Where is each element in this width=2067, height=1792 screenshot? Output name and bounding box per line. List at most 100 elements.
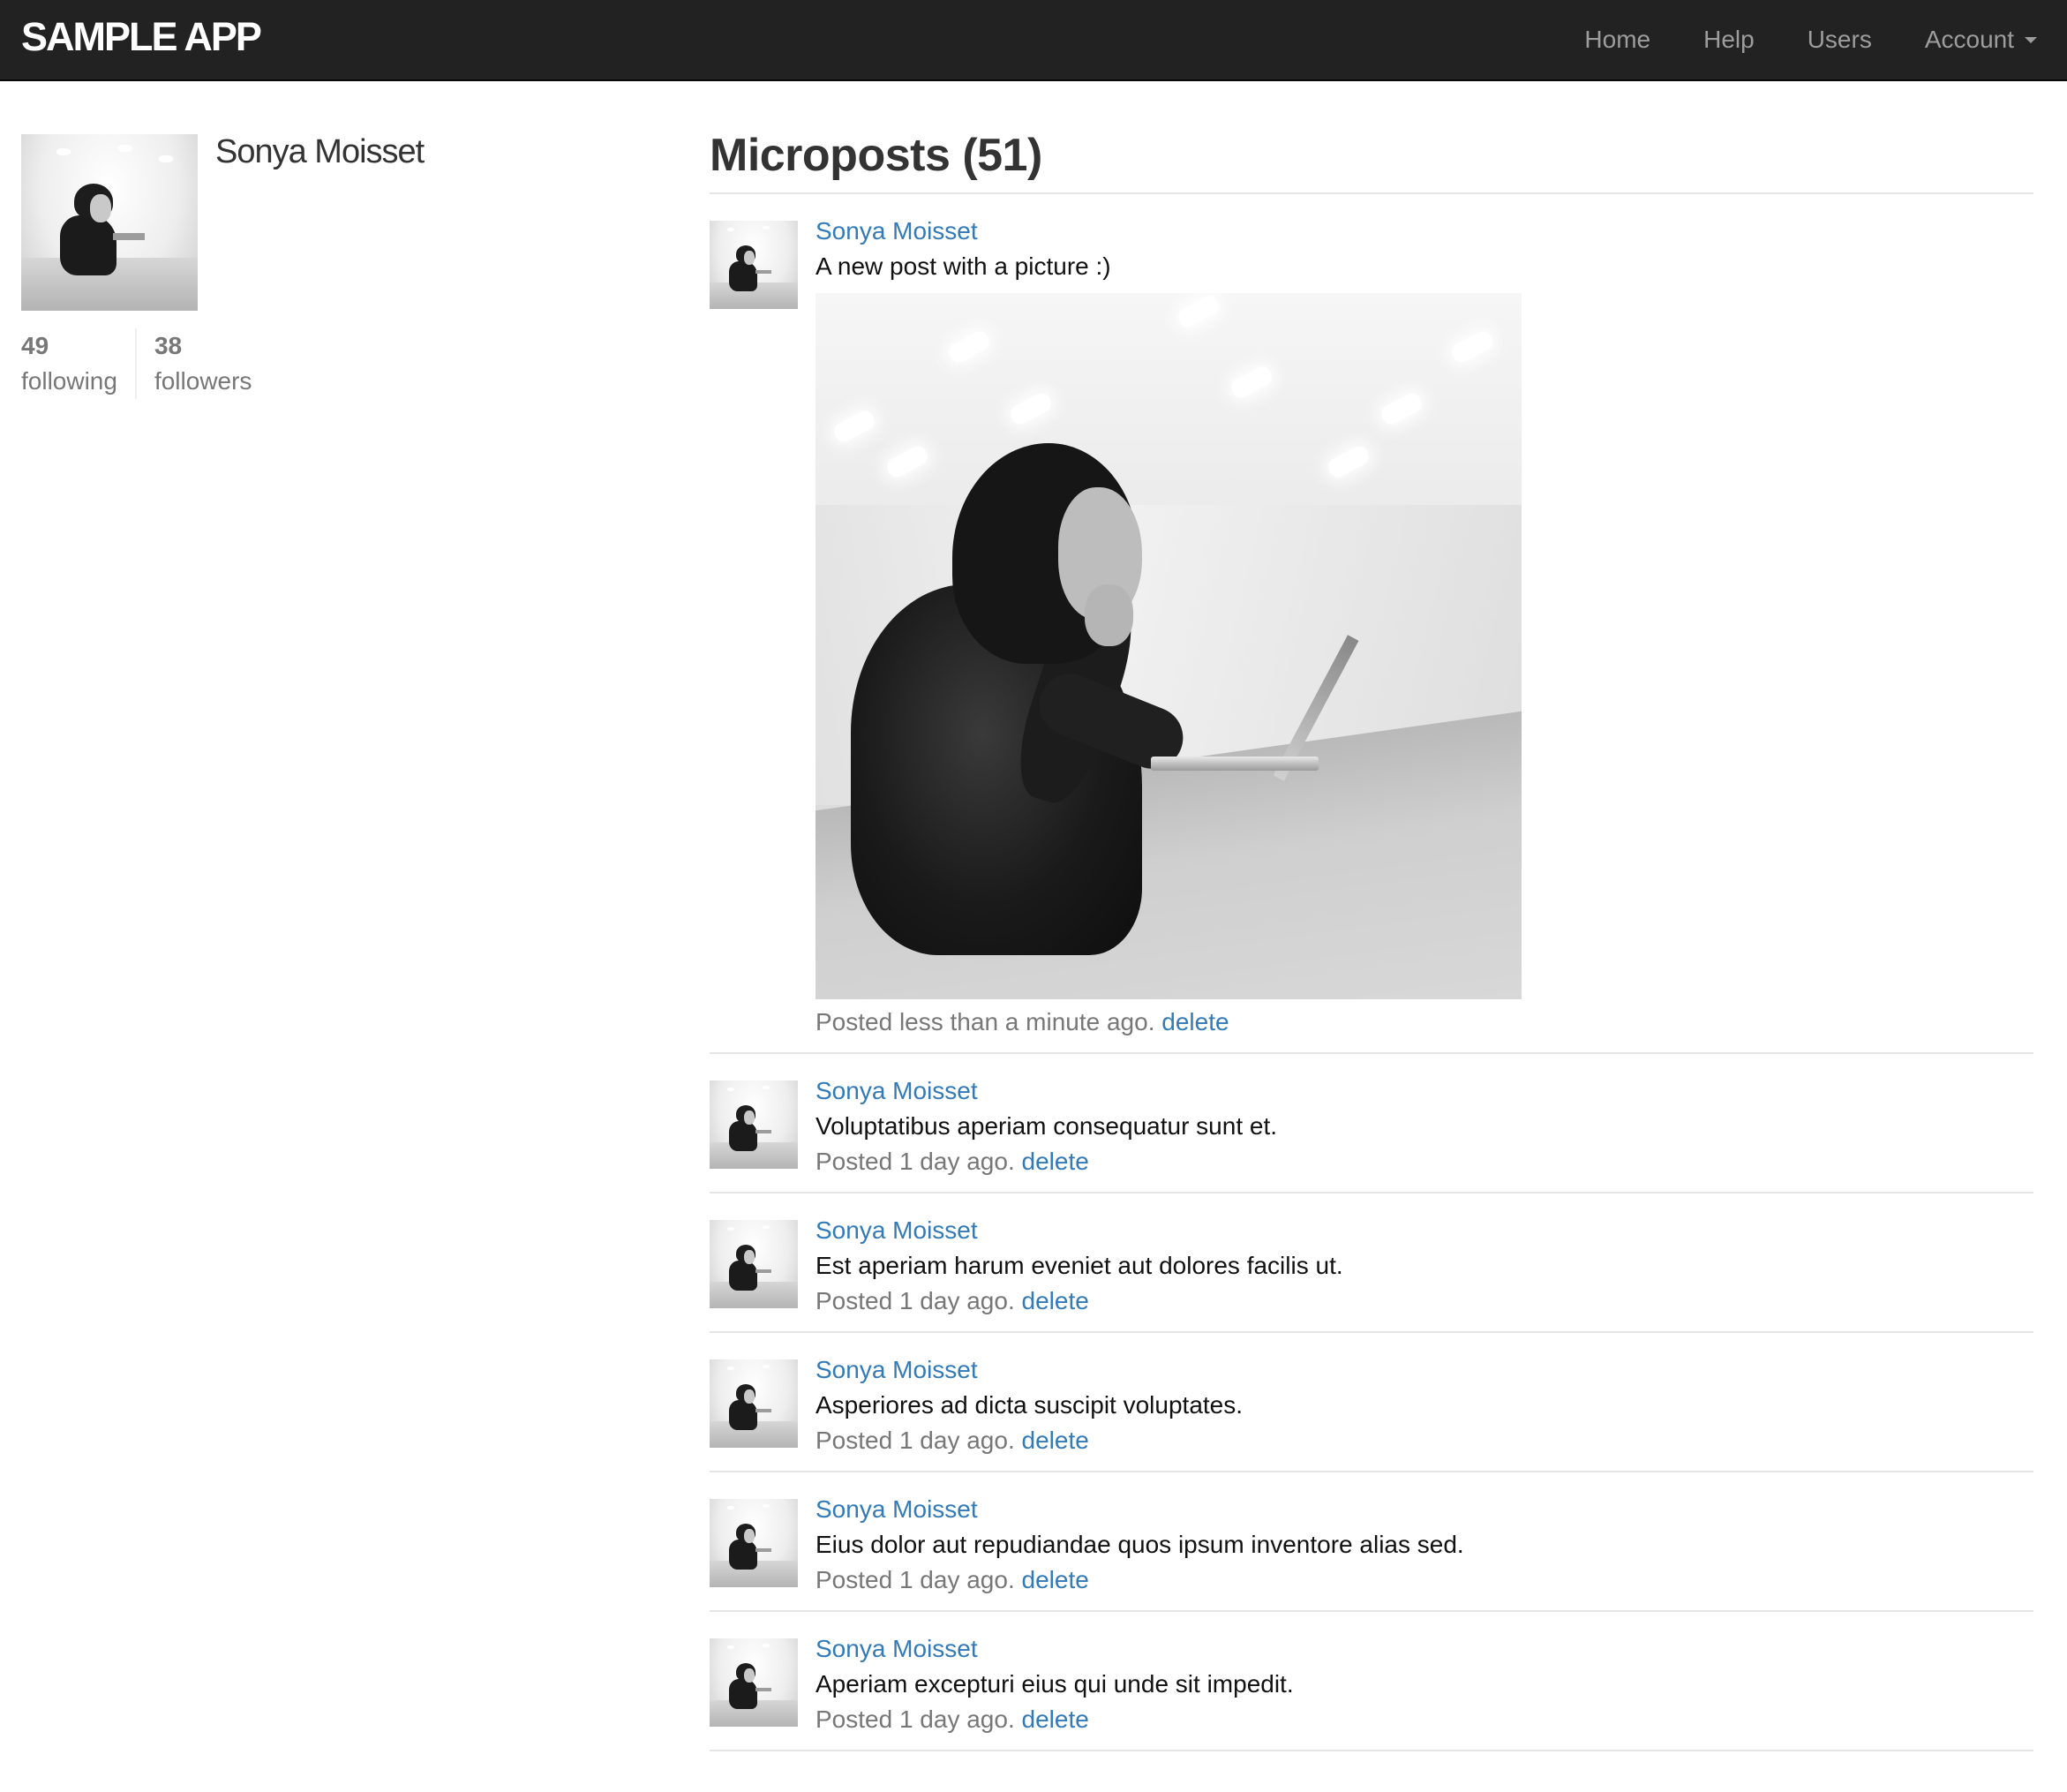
ceiling-light — [1325, 443, 1372, 480]
post-picture — [816, 293, 1522, 999]
delete-link[interactable]: delete — [1022, 1287, 1089, 1314]
post-body: Sonya Moisset Voluptatibus aperiam conse… — [816, 1054, 2033, 1192]
avatar-body — [729, 1400, 757, 1430]
delete-link[interactable]: delete — [1022, 1705, 1089, 1733]
post-user-link[interactable]: Sonya Moisset — [816, 214, 2033, 249]
user-avatar — [21, 134, 198, 311]
user-name: Sonya Moisset — [215, 133, 425, 170]
avatar-laptop — [755, 1548, 771, 1552]
post-avatar[interactable] — [710, 1220, 798, 1308]
ceiling-light — [831, 408, 878, 445]
ceiling-light — [945, 328, 993, 365]
avatar-light — [727, 1506, 734, 1510]
post-avatar[interactable] — [710, 221, 798, 309]
microposts-title: Microposts (51) — [710, 124, 2033, 194]
nav-account-label: Account — [1924, 26, 2014, 53]
ceiling-light — [1448, 328, 1496, 365]
post-timestamp-text: Posted less than a minute ago. — [816, 1008, 1155, 1035]
nav-users-link[interactable]: Users — [1808, 26, 1872, 54]
post-avatar[interactable] — [710, 1359, 798, 1448]
micropost: Sonya Moisset Asperiores ad dicta suscip… — [710, 1333, 2033, 1472]
post-user-link[interactable]: Sonya Moisset — [816, 1631, 2033, 1667]
post-timestamp-text: Posted 1 day ago. — [816, 1566, 1015, 1593]
post-user-link[interactable]: Sonya Moisset — [816, 1073, 2033, 1109]
avatar-laptop — [113, 233, 145, 240]
post-content: Eius dolor aut repudiandae quos ipsum in… — [816, 1531, 1464, 1558]
avatar-light — [727, 228, 734, 231]
avatar-body — [729, 1121, 757, 1151]
avatar-light — [763, 226, 770, 230]
followers-link[interactable]: 38 followers — [137, 328, 252, 399]
delete-link[interactable]: delete — [1022, 1148, 1089, 1175]
post-avatar[interactable] — [710, 1638, 798, 1727]
post-body: Sonya Moisset A new post with a picture … — [816, 194, 2033, 1052]
following-label: following — [21, 367, 117, 395]
avatar-light — [727, 1367, 734, 1370]
post-content: Asperiores ad dicta suscipit voluptates. — [816, 1391, 1244, 1419]
followers-count: 38 — [154, 332, 183, 359]
avatar-light — [763, 1086, 770, 1089]
delete-link[interactable]: delete — [1161, 1008, 1229, 1035]
avatar-light — [727, 1227, 734, 1231]
avatar-face — [744, 1389, 755, 1404]
following-count: 49 — [21, 332, 49, 359]
avatar-face — [744, 1111, 755, 1125]
post-user-link[interactable]: Sonya Moisset — [816, 1213, 2033, 1248]
caret-down-icon — [2025, 36, 2037, 43]
avatar-body — [729, 1540, 757, 1570]
post-content: Voluptatibus aperiam consequatur sunt et… — [816, 1112, 1278, 1140]
micropost: Sonya Moisset A new post with a picture … — [710, 194, 2033, 1054]
micropost: Sonya Moisset Est aperiam harum eveniet … — [710, 1193, 2033, 1333]
avatar-light — [763, 1644, 770, 1647]
post-body: Sonya Moisset Aperiam excepturi eius qui… — [816, 1612, 2033, 1750]
logo-link[interactable]: SAMPLE APP — [21, 16, 262, 58]
post-timestamp-text: Posted 1 day ago. — [816, 1287, 1015, 1314]
avatar-laptop — [755, 1269, 771, 1273]
microposts-list: Sonya Moisset A new post with a picture … — [710, 194, 2033, 1751]
avatar-face — [744, 1529, 755, 1543]
post-timestamp-text: Posted 1 day ago. — [816, 1148, 1015, 1175]
avatar-light — [763, 1365, 770, 1368]
micropost: Sonya Moisset Aperiam excepturi eius qui… — [710, 1612, 2033, 1751]
post-body: Sonya Moisset Asperiores ad dicta suscip… — [816, 1333, 2033, 1471]
avatar-body — [60, 215, 117, 275]
post-timestamp: Posted 1 day ago. delete — [816, 1562, 2033, 1598]
avatar-laptop — [755, 1130, 771, 1133]
post-avatar[interactable] — [710, 1499, 798, 1587]
avatar-face — [744, 1250, 755, 1264]
avatar-light — [763, 1504, 770, 1508]
post-timestamp-text: Posted 1 day ago. — [816, 1705, 1015, 1733]
following-link[interactable]: 49 following — [21, 328, 137, 399]
post-timestamp: Posted 1 day ago. delete — [816, 1423, 2033, 1458]
user-stats: 49 following 38 followers — [21, 328, 252, 399]
ceiling-light — [1228, 364, 1275, 401]
avatar-laptop — [755, 270, 771, 274]
nav-account-dropdown[interactable]: Account — [1925, 26, 2037, 54]
avatar-face — [90, 194, 111, 222]
post-user-link[interactable]: Sonya Moisset — [816, 1352, 2033, 1388]
post-avatar[interactable] — [710, 1080, 798, 1169]
nav-help-link[interactable]: Help — [1703, 26, 1755, 54]
avatar-light — [56, 148, 71, 155]
micropost: Sonya Moisset Voluptatibus aperiam conse… — [710, 1054, 2033, 1193]
nav-home-link[interactable]: Home — [1584, 26, 1650, 54]
post-user-link[interactable]: Sonya Moisset — [816, 1492, 2033, 1527]
micropost: Sonya Moisset Eius dolor aut repudiandae… — [710, 1472, 2033, 1612]
post-timestamp: Posted less than a minute ago. delete — [816, 1005, 2033, 1040]
post-content: Est aperiam harum eveniet aut dolores fa… — [816, 1252, 1343, 1279]
post-content: A new post with a picture :) — [816, 252, 1111, 280]
avatar-light — [727, 1088, 734, 1091]
avatar-laptop — [755, 1409, 771, 1412]
main-nav: Home Help Users Account — [1531, 0, 2037, 79]
post-body: Sonya Moisset Eius dolor aut repudiandae… — [816, 1472, 2033, 1610]
navbar: SAMPLE APP Home Help Users Account — [0, 0, 2067, 81]
delete-link[interactable]: delete — [1022, 1566, 1089, 1593]
delete-link[interactable]: delete — [1022, 1427, 1089, 1454]
ceiling-light — [1007, 390, 1055, 427]
post-timestamp: Posted 1 day ago. delete — [816, 1702, 2033, 1737]
avatar-body — [729, 1679, 757, 1709]
post-timestamp: Posted 1 day ago. delete — [816, 1144, 2033, 1179]
avatar-light — [763, 1225, 770, 1229]
followers-label: followers — [154, 367, 252, 395]
avatar-laptop — [755, 1688, 771, 1691]
